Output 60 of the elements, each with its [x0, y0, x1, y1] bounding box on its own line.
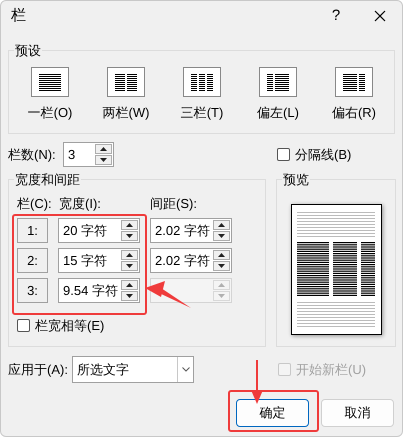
spin-up-button[interactable] — [121, 250, 138, 260]
window-title: 栏 — [11, 6, 26, 26]
up-triangle-icon — [218, 223, 225, 227]
spin-down-button[interactable] — [121, 231, 138, 241]
arrow — [145, 281, 191, 308]
preset-option[interactable]: 偏左(L) — [240, 51, 316, 133]
down-triangle-icon — [100, 158, 107, 162]
spin-up-button[interactable] — [213, 220, 230, 230]
preset-option[interactable]: 三栏(T) — [164, 51, 240, 133]
column-number-button[interactable]: 2: — [17, 248, 48, 273]
down-triangle-icon — [126, 264, 133, 268]
down-triangle-icon — [126, 294, 133, 298]
up-triangle-icon — [218, 283, 225, 287]
up-triangle-icon — [126, 223, 133, 227]
close-icon — [374, 10, 386, 22]
spin-field[interactable]: 2.02 字符 — [150, 218, 232, 243]
checkbox[interactable]: 分隔线(B) — [277, 144, 352, 164]
field-label: 应用于(A): — [8, 360, 69, 379]
spin-field[interactable]: 15 字符 — [58, 248, 140, 273]
field-label: 栏数(N): — [8, 146, 57, 164]
down-triangle-icon — [218, 234, 225, 238]
spin-field[interactable]: 20 字符 — [58, 218, 140, 243]
spin-up-button[interactable] — [121, 280, 138, 290]
spin-up-button[interactable] — [95, 144, 112, 154]
down-triangle-icon — [218, 294, 225, 298]
spin-down-button[interactable] — [213, 261, 230, 271]
preset-option[interactable]: 偏右(R) — [316, 51, 392, 133]
up-triangle-icon — [126, 283, 133, 287]
column-header: 宽度(I): — [59, 195, 102, 214]
column-header: 间距(S): — [150, 195, 197, 214]
dropdown[interactable]: 所选文字 — [72, 356, 194, 383]
spin-down-button[interactable] — [121, 261, 138, 271]
spin-field[interactable]: 3 — [63, 142, 114, 167]
preset-option[interactable]: 两栏(W) — [88, 51, 164, 133]
up-triangle-icon — [126, 253, 133, 257]
spin-field[interactable]: 9.54 字符 — [58, 278, 140, 303]
down-triangle-icon — [218, 264, 225, 268]
spin-down-button[interactable] — [121, 291, 138, 301]
down-triangle-icon — [126, 234, 133, 238]
layout-icon — [259, 67, 297, 97]
dialog-button[interactable]: 确定 — [236, 399, 309, 427]
chevron-down-icon — [182, 367, 190, 372]
dialog-button[interactable]: 取消 — [321, 399, 394, 427]
help-button[interactable]: ? — [314, 1, 358, 31]
layout-icon — [183, 67, 221, 97]
spin-up-button[interactable] — [213, 250, 230, 260]
checkbox[interactable]: 栏宽相等(E) — [17, 316, 265, 336]
column-header: 栏(C): — [17, 195, 53, 214]
spin-down-button[interactable] — [213, 231, 230, 241]
spin-down-button[interactable] — [95, 155, 112, 165]
column-number-button[interactable]: 1: — [17, 218, 48, 243]
layout-icon — [31, 67, 69, 97]
column-number-button[interactable]: 3: — [17, 278, 48, 303]
layout-icon — [107, 67, 145, 97]
arrow — [251, 360, 263, 404]
spin-field[interactable]: 2.02 字符 — [150, 248, 232, 273]
spin-up-button[interactable] — [121, 220, 138, 230]
up-triangle-icon — [100, 147, 107, 151]
up-triangle-icon — [218, 253, 225, 257]
layout-icon — [335, 67, 373, 97]
